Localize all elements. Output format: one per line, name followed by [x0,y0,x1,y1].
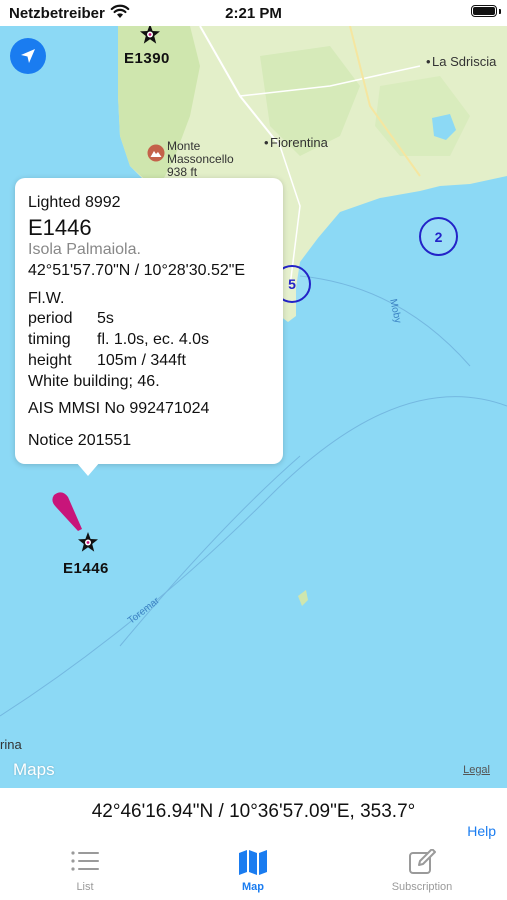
callout-structure: White building; 46. [28,373,160,390]
place-la-sdriscia: La Sdriscia [432,54,497,69]
height-value: 105m / 344ft [97,352,186,369]
status-time: 2:21 PM [225,5,282,22]
place-fiorentina: Fiorentina [270,135,328,150]
callout-timing-row: timing fl. 1.0s, ec. 4.0s [28,331,209,349]
callout-category: Lighted 8992 [28,194,121,211]
list-icon [71,851,99,871]
height-label: height [28,352,72,369]
callout-height-row: height 105m / 344ft [28,352,186,370]
cluster-marker[interactable]: 2 [419,217,458,256]
mountain-name-line2: Massoncello [167,152,234,166]
light-marker-icon[interactable] [139,26,161,50]
timing-value: fl. 1.0s, ec. 4.0s [97,331,210,348]
callout-ais: AIS MMSI No 992471024 [28,400,210,417]
place-dot-fiorentina: • [264,135,269,150]
timing-label: timing [28,331,71,348]
tab-map[interactable]: Map [193,843,313,893]
map-icon [239,850,267,875]
mountain-elevation: 938 ft [167,165,198,179]
place-dot-la-sdriscia: • [426,54,431,69]
maps-attribution: Maps [13,760,55,779]
tab-label: Map [242,881,264,893]
light-info-callout: Lighted 8992 E1446 Isola Palmaiola. 42°5… [15,178,283,464]
tab-label: List [76,881,94,893]
period-value: 5s [97,310,114,327]
position-readout: 42°46'16.94"N / 10°36'57.09"E, 353.7° [91,801,416,822]
mountain-name-line1: Monte [167,139,201,153]
apple-maps-logo: Maps [13,760,55,780]
callout-coordinates: 42°51'57.70"N / 10°28'30.52"E [28,262,246,279]
help-button[interactable]: Help [467,823,496,839]
callout-location: Isola Palmaiola. [28,241,141,258]
light-marker-icon[interactable] [77,531,99,558]
location-arrow-icon [21,49,35,63]
tab-subscription[interactable]: Subscription [362,843,482,893]
tab-label: Subscription [391,881,453,893]
marker-label-selected: E1446 [63,560,109,577]
battery-icon [471,5,497,17]
callout-characteristic: Fl.W. [28,290,65,307]
callout-id: E1446 [28,215,92,240]
callout-period-row: period 5s [28,310,114,328]
place-edge-label: rina [0,737,22,752]
tab-bar: List Map Subscription [0,843,507,900]
callout-notice: Notice 201551 [28,432,132,449]
legal-link[interactable]: Legal [463,764,490,776]
callout-tail [76,462,100,476]
marker-label-top: E1390 [124,50,170,67]
tab-list[interactable]: List [25,843,145,893]
status-bar: Netzbetreiber 2:21 PM [0,0,507,26]
period-label: period [28,310,73,327]
compose-icon [409,849,436,874]
battery-tip [499,9,501,14]
mountain-icon [147,144,165,167]
current-location-button[interactable] [10,38,46,74]
